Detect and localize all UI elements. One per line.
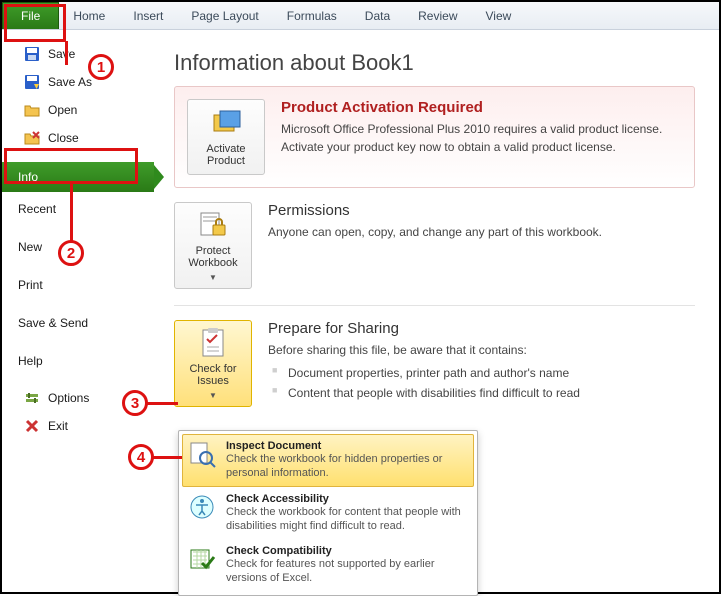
permissions-heading: Permissions bbox=[268, 202, 695, 219]
tab-insert[interactable]: Insert bbox=[119, 3, 177, 29]
sidebar-save[interactable]: Save bbox=[2, 42, 154, 66]
callout-line-4 bbox=[152, 456, 182, 459]
tab-view[interactable]: View bbox=[472, 3, 526, 29]
menu-access-desc: Check the workbook for content that peop… bbox=[226, 505, 468, 534]
menu-compat-desc: Check for features not supported by earl… bbox=[226, 557, 468, 586]
prepare-heading: Prepare for Sharing bbox=[268, 320, 695, 337]
sidebar-nav-print[interactable]: Print bbox=[2, 268, 154, 302]
sidebar-nav-save-send[interactable]: Save & Send bbox=[2, 306, 154, 340]
check-for-issues-button[interactable]: Check for Issues ▼ bbox=[174, 320, 252, 407]
callout-box-file bbox=[4, 4, 66, 42]
menu-check-accessibility[interactable]: Check Accessibility Check the workbook f… bbox=[182, 487, 474, 540]
open-icon bbox=[24, 102, 40, 118]
exit-icon bbox=[24, 418, 40, 434]
page-title: Information about Book1 bbox=[174, 50, 695, 76]
callout-4: 4 bbox=[128, 444, 154, 470]
sidebar-close[interactable]: Close bbox=[2, 126, 154, 150]
activation-text2: Activate your product key now to obtain … bbox=[281, 138, 682, 156]
prepare-intro: Before sharing this file, be aware that … bbox=[268, 341, 695, 359]
tab-review[interactable]: Review bbox=[404, 3, 471, 29]
menu-access-title: Check Accessibility bbox=[226, 493, 468, 505]
sidebar-close-label: Close bbox=[48, 131, 79, 145]
sidebar-nav-new-label: New bbox=[18, 240, 42, 254]
sidebar-exit-label: Exit bbox=[48, 419, 68, 433]
sidebar-nav-recent[interactable]: Recent bbox=[2, 192, 154, 226]
check-issues-menu: Inspect Document Check the workbook for … bbox=[178, 430, 478, 596]
saveas-icon bbox=[24, 74, 40, 90]
activate-product-label: Activate Product bbox=[190, 143, 262, 167]
menu-inspect-desc: Check the workbook for hidden properties… bbox=[226, 452, 468, 481]
prepare-bullet-1: Document properties, printer path and au… bbox=[268, 363, 695, 383]
activation-text1: Microsoft Office Professional Plus 2010 … bbox=[281, 120, 682, 138]
sidebar-open[interactable]: Open bbox=[2, 98, 154, 122]
inspect-icon bbox=[188, 440, 216, 468]
callout-1: 1 bbox=[88, 54, 114, 80]
sidebar-save-label: Save bbox=[48, 47, 75, 61]
prepare-bullet-2: Content that people with disabilities fi… bbox=[268, 383, 695, 403]
tab-page-layout[interactable]: Page Layout bbox=[177, 3, 272, 29]
tab-home[interactable]: Home bbox=[59, 3, 119, 29]
protect-workbook-button[interactable]: Protect Workbook ▼ bbox=[174, 202, 252, 289]
callout-line-3 bbox=[146, 402, 178, 405]
sidebar-options-label: Options bbox=[48, 391, 89, 405]
tab-data[interactable]: Data bbox=[351, 3, 404, 29]
section-permissions: Protect Workbook ▼ Permissions Anyone ca… bbox=[174, 188, 695, 306]
sidebar-saveas-label: Save As bbox=[48, 75, 92, 89]
accessibility-icon bbox=[188, 493, 216, 521]
section-activation: Activate Product Product Activation Requ… bbox=[174, 86, 695, 188]
callout-2: 2 bbox=[58, 240, 84, 266]
sidebar-nav-save-send-label: Save & Send bbox=[18, 316, 88, 330]
activate-product-button[interactable]: Activate Product bbox=[187, 99, 265, 175]
sidebar-nav-recent-label: Recent bbox=[18, 202, 56, 216]
activation-heading: Product Activation Required bbox=[281, 99, 682, 116]
options-icon bbox=[24, 390, 40, 406]
menu-inspect-title: Inspect Document bbox=[226, 440, 468, 452]
dropdown-caret-icon: ▼ bbox=[209, 273, 217, 282]
protect-icon bbox=[197, 209, 229, 241]
dropdown-caret-icon: ▼ bbox=[209, 391, 217, 400]
sidebar-open-label: Open bbox=[48, 103, 77, 117]
check-issues-icon bbox=[197, 327, 229, 359]
compatibility-icon bbox=[188, 545, 216, 573]
close-icon bbox=[24, 130, 40, 146]
prepare-bullets: Document properties, printer path and au… bbox=[268, 363, 695, 404]
sidebar-save-as[interactable]: Save As bbox=[2, 70, 154, 94]
activate-icon bbox=[210, 107, 242, 139]
callout-line-1 bbox=[65, 41, 68, 65]
permissions-text: Anyone can open, copy, and change any pa… bbox=[268, 223, 695, 241]
callout-box-info bbox=[4, 148, 138, 184]
ribbon-tabs: File Home Insert Page Layout Formulas Da… bbox=[2, 2, 719, 30]
backstage-sidebar: Save Save As Open Close Info Recent New … bbox=[2, 30, 154, 592]
save-icon bbox=[24, 46, 40, 62]
protect-workbook-label: Protect Workbook bbox=[177, 245, 249, 269]
sidebar-nav-help[interactable]: Help bbox=[2, 344, 154, 378]
section-prepare: Check for Issues ▼ Prepare for Sharing B… bbox=[174, 306, 695, 423]
sidebar-nav-print-label: Print bbox=[18, 278, 43, 292]
check-issues-label: Check for Issues bbox=[177, 363, 249, 387]
callout-3: 3 bbox=[122, 390, 148, 416]
menu-inspect-document[interactable]: Inspect Document Check the workbook for … bbox=[182, 434, 474, 487]
tab-formulas[interactable]: Formulas bbox=[273, 3, 351, 29]
menu-check-compatibility[interactable]: Check Compatibility Check for features n… bbox=[182, 539, 474, 592]
sidebar-exit[interactable]: Exit bbox=[2, 414, 154, 438]
sidebar-nav-help-label: Help bbox=[18, 354, 43, 368]
callout-line-2 bbox=[70, 184, 73, 242]
menu-compat-title: Check Compatibility bbox=[226, 545, 468, 557]
